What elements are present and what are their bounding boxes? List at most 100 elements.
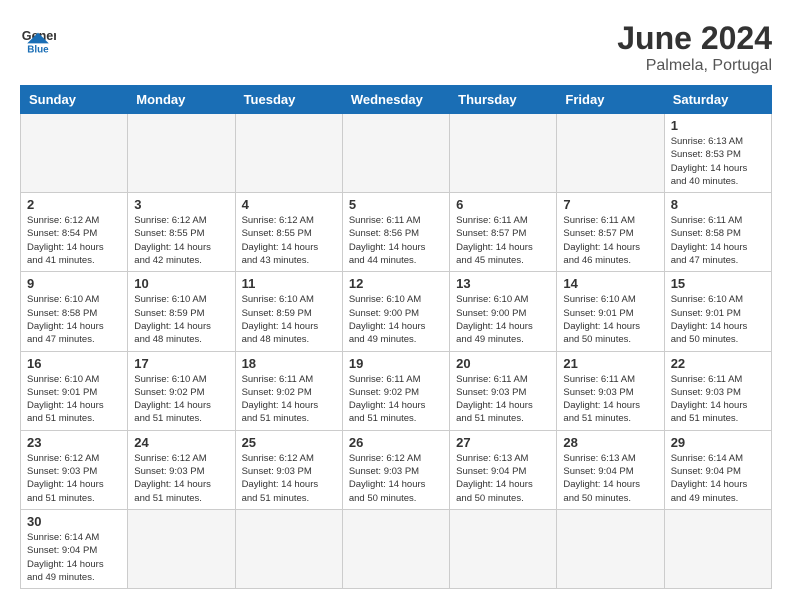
day-info: Sunrise: 6:13 AM Sunset: 9:04 PM Dayligh… bbox=[456, 452, 550, 505]
day-number: 24 bbox=[134, 435, 228, 450]
calendar-day-cell: 21Sunrise: 6:11 AM Sunset: 9:03 PM Dayli… bbox=[557, 351, 664, 430]
day-info: Sunrise: 6:13 AM Sunset: 8:53 PM Dayligh… bbox=[671, 135, 765, 188]
day-number: 19 bbox=[349, 356, 443, 371]
calendar-day-cell bbox=[235, 509, 342, 588]
day-info: Sunrise: 6:14 AM Sunset: 9:04 PM Dayligh… bbox=[27, 531, 121, 584]
day-info: Sunrise: 6:11 AM Sunset: 8:58 PM Dayligh… bbox=[671, 214, 765, 267]
day-info: Sunrise: 6:12 AM Sunset: 9:03 PM Dayligh… bbox=[242, 452, 336, 505]
location-subtitle: Palmela, Portugal bbox=[617, 57, 772, 75]
calendar-day-cell: 30 Sunrise: 6:14 AM Sunset: 9:04 PM Dayli… bbox=[21, 509, 128, 588]
logo: General Blue bbox=[20, 20, 56, 56]
day-number: 17 bbox=[134, 356, 228, 371]
calendar-day-cell: 28 Sunrise: 6:13 AM Sunset: 9:04 PM Dayli… bbox=[557, 430, 664, 509]
day-info: Sunrise: 6:10 AM Sunset: 9:00 PM Dayligh… bbox=[349, 293, 443, 346]
calendar-day-cell: 3 Sunrise: 6:12 AM Sunset: 8:55 PM Daylig… bbox=[128, 193, 235, 272]
svg-text:Blue: Blue bbox=[27, 44, 49, 55]
calendar-day-cell bbox=[557, 509, 664, 588]
day-info: Sunrise: 6:12 AM Sunset: 8:55 PM Dayligh… bbox=[134, 214, 228, 267]
calendar-day-cell: 24 Sunrise: 6:12 AM Sunset: 9:03 PM Dayli… bbox=[128, 430, 235, 509]
calendar-day-cell: 12Sunrise: 6:10 AM Sunset: 9:00 PM Dayli… bbox=[342, 272, 449, 351]
day-number: 28 bbox=[563, 435, 657, 450]
calendar-day-cell bbox=[128, 509, 235, 588]
calendar-day-cell bbox=[21, 114, 128, 193]
calendar-day-cell: 9Sunrise: 6:10 AM Sunset: 8:58 PM Daylig… bbox=[21, 272, 128, 351]
calendar-day-cell: 18 Sunrise: 6:11 AM Sunset: 9:02 PM Dayli… bbox=[235, 351, 342, 430]
calendar-day-cell: 16 Sunrise: 6:10 AM Sunset: 9:01 PM Dayli… bbox=[21, 351, 128, 430]
day-info: Sunrise: 6:10 AM Sunset: 8:59 PM Dayligh… bbox=[134, 293, 228, 346]
day-number: 10 bbox=[134, 276, 228, 291]
calendar-day-cell: 19 Sunrise: 6:11 AM Sunset: 9:02 PM Dayli… bbox=[342, 351, 449, 430]
calendar-day-cell: 26Sunrise: 6:12 AM Sunset: 9:03 PM Dayli… bbox=[342, 430, 449, 509]
day-number: 11 bbox=[242, 276, 336, 291]
calendar-day-cell: 2 Sunrise: 6:12 AM Sunset: 8:54 PM Daylig… bbox=[21, 193, 128, 272]
day-info: Sunrise: 6:12 AM Sunset: 9:03 PM Dayligh… bbox=[27, 452, 121, 505]
calendar-day-header: Wednesday bbox=[342, 86, 449, 114]
day-number: 30 bbox=[27, 514, 121, 529]
calendar-day-cell: 25 Sunrise: 6:12 AM Sunset: 9:03 PM Dayli… bbox=[235, 430, 342, 509]
day-info: Sunrise: 6:11 AM Sunset: 9:03 PM Dayligh… bbox=[671, 373, 765, 426]
calendar-week-row: 23 Sunrise: 6:12 AM Sunset: 9:03 PM Dayli… bbox=[21, 430, 772, 509]
day-info: Sunrise: 6:12 AM Sunset: 8:55 PM Dayligh… bbox=[242, 214, 336, 267]
calendar-day-cell bbox=[557, 114, 664, 193]
calendar-day-cell: 11Sunrise: 6:10 AM Sunset: 8:59 PM Dayli… bbox=[235, 272, 342, 351]
calendar-day-cell bbox=[450, 509, 557, 588]
day-number: 23 bbox=[27, 435, 121, 450]
day-info: Sunrise: 6:11 AM Sunset: 9:02 PM Dayligh… bbox=[242, 373, 336, 426]
day-number: 15 bbox=[671, 276, 765, 291]
day-info: Sunrise: 6:12 AM Sunset: 9:03 PM Dayligh… bbox=[134, 452, 228, 505]
day-info: Sunrise: 6:11 AM Sunset: 8:57 PM Dayligh… bbox=[456, 214, 550, 267]
day-info: Sunrise: 6:10 AM Sunset: 9:02 PM Dayligh… bbox=[134, 373, 228, 426]
day-number: 13 bbox=[456, 276, 550, 291]
day-number: 7 bbox=[563, 197, 657, 212]
day-info: Sunrise: 6:11 AM Sunset: 9:02 PM Dayligh… bbox=[349, 373, 443, 426]
day-info: Sunrise: 6:11 AM Sunset: 8:57 PM Dayligh… bbox=[563, 214, 657, 267]
day-number: 16 bbox=[27, 356, 121, 371]
day-info: Sunrise: 6:13 AM Sunset: 9:04 PM Dayligh… bbox=[563, 452, 657, 505]
day-info: Sunrise: 6:10 AM Sunset: 8:58 PM Dayligh… bbox=[27, 293, 121, 346]
calendar-day-header: Thursday bbox=[450, 86, 557, 114]
calendar-day-cell: 15 Sunrise: 6:10 AM Sunset: 9:01 PM Dayli… bbox=[664, 272, 771, 351]
calendar-day-cell: 7 Sunrise: 6:11 AM Sunset: 8:57 PM Daylig… bbox=[557, 193, 664, 272]
day-number: 20 bbox=[456, 356, 550, 371]
day-info: Sunrise: 6:10 AM Sunset: 9:01 PM Dayligh… bbox=[563, 293, 657, 346]
calendar-day-cell bbox=[664, 509, 771, 588]
day-number: 18 bbox=[242, 356, 336, 371]
calendar-day-cell: 20 Sunrise: 6:11 AM Sunset: 9:03 PM Dayli… bbox=[450, 351, 557, 430]
day-info: Sunrise: 6:10 AM Sunset: 9:01 PM Dayligh… bbox=[27, 373, 121, 426]
calendar-day-cell: 4 Sunrise: 6:12 AM Sunset: 8:55 PM Daylig… bbox=[235, 193, 342, 272]
calendar-day-cell: 27 Sunrise: 6:13 AM Sunset: 9:04 PM Dayli… bbox=[450, 430, 557, 509]
day-number: 2 bbox=[27, 197, 121, 212]
day-number: 29 bbox=[671, 435, 765, 450]
calendar-day-cell: 13 Sunrise: 6:10 AM Sunset: 9:00 PM Dayli… bbox=[450, 272, 557, 351]
month-year-title: June 2024 bbox=[617, 20, 772, 57]
calendar-day-cell: 1Sunrise: 6:13 AM Sunset: 8:53 PM Daylig… bbox=[664, 114, 771, 193]
day-number: 8 bbox=[671, 197, 765, 212]
calendar-week-row: 30 Sunrise: 6:14 AM Sunset: 9:04 PM Dayli… bbox=[21, 509, 772, 588]
calendar-day-cell: 29Sunrise: 6:14 AM Sunset: 9:04 PM Dayli… bbox=[664, 430, 771, 509]
calendar-day-cell bbox=[128, 114, 235, 193]
day-number: 5 bbox=[349, 197, 443, 212]
day-number: 27 bbox=[456, 435, 550, 450]
day-number: 4 bbox=[242, 197, 336, 212]
calendar-week-row: 2 Sunrise: 6:12 AM Sunset: 8:54 PM Daylig… bbox=[21, 193, 772, 272]
day-info: Sunrise: 6:10 AM Sunset: 9:01 PM Dayligh… bbox=[671, 293, 765, 346]
day-info: Sunrise: 6:12 AM Sunset: 8:54 PM Dayligh… bbox=[27, 214, 121, 267]
calendar-header-row: SundayMondayTuesdayWednesdayThursdayFrid… bbox=[21, 86, 772, 114]
calendar-week-row: 1Sunrise: 6:13 AM Sunset: 8:53 PM Daylig… bbox=[21, 114, 772, 193]
calendar-day-cell bbox=[450, 114, 557, 193]
day-number: 3 bbox=[134, 197, 228, 212]
day-info: Sunrise: 6:12 AM Sunset: 9:03 PM Dayligh… bbox=[349, 452, 443, 505]
day-number: 21 bbox=[563, 356, 657, 371]
day-info: Sunrise: 6:11 AM Sunset: 8:56 PM Dayligh… bbox=[349, 214, 443, 267]
calendar-day-header: Monday bbox=[128, 86, 235, 114]
day-number: 25 bbox=[242, 435, 336, 450]
calendar-day-cell bbox=[342, 114, 449, 193]
calendar-day-cell bbox=[235, 114, 342, 193]
day-info: Sunrise: 6:11 AM Sunset: 9:03 PM Dayligh… bbox=[456, 373, 550, 426]
calendar-day-cell bbox=[342, 509, 449, 588]
calendar-day-header: Sunday bbox=[21, 86, 128, 114]
title-block: June 2024 Palmela, Portugal bbox=[617, 20, 772, 75]
calendar-week-row: 9Sunrise: 6:10 AM Sunset: 8:58 PM Daylig… bbox=[21, 272, 772, 351]
day-info: Sunrise: 6:10 AM Sunset: 9:00 PM Dayligh… bbox=[456, 293, 550, 346]
calendar-day-cell: 23 Sunrise: 6:12 AM Sunset: 9:03 PM Dayli… bbox=[21, 430, 128, 509]
